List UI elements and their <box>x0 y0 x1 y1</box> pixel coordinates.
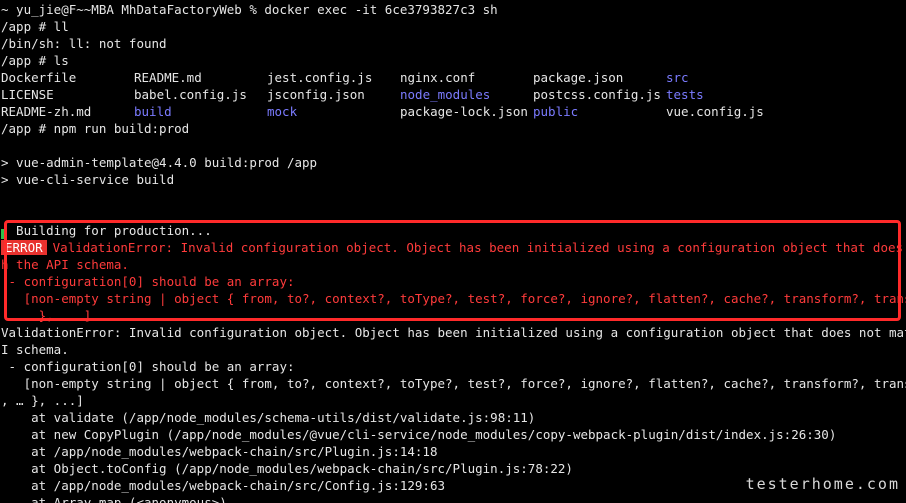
terminal-window[interactable]: ~ yu_jie@F~~MBA MhDataFactoryWeb % docke… <box>0 0 906 503</box>
command-ll: /app # ll <box>1 19 69 34</box>
ls-entry-file: vue.config.js <box>666 104 764 119</box>
ls-entry-file: README-zh.md <box>1 104 92 119</box>
ls-entry-file: package-lock.json <box>400 104 528 119</box>
plain-error-2: I schema. <box>1 342 69 357</box>
plain-error-5: , … }, ...] <box>1 393 84 408</box>
watermark: testerhome.com <box>745 475 900 493</box>
error-message-3: - configuration[0] should be an array: <box>1 274 295 289</box>
command-build: /app # npm run build:prod <box>1 121 190 136</box>
ls-entry-file: nginx.conf <box>400 70 476 85</box>
plain-error-4: [non-empty string | object { from, to?, … <box>1 376 906 391</box>
error-badge: ERROR <box>1 240 47 255</box>
ls-entry-directory: mock <box>267 104 298 119</box>
ls-entry-file: README.md <box>134 70 202 85</box>
stack-frame: at validate (/app/node_modules/schema-ut… <box>1 410 536 425</box>
ls-entry-directory: build <box>134 104 172 119</box>
ls-entry-file: jest.config.js <box>267 70 373 85</box>
error-message-2: h the API schema. <box>1 257 129 272</box>
error-message-5: … }, ...] <box>1 308 92 323</box>
ls-entry-file: LICENSE <box>1 87 54 102</box>
command-ls: /app # ls <box>1 53 69 68</box>
npm-command-line: > vue-cli-service build <box>1 172 175 187</box>
shell-prompt-line: ~ yu_jie@F~~MBA MhDataFactoryWeb % docke… <box>1 2 498 17</box>
error-message-1: ValidationError: Invalid configuration o… <box>52 240 906 255</box>
building-line: Building for production... <box>1 223 212 238</box>
ls-entry-directory: tests <box>666 87 704 102</box>
ls-entry-file: babel.config.js <box>134 87 247 102</box>
error-line: ERROR ValidationError: Invalid configurat… <box>1 239 906 256</box>
ls-entry-file: Dockerfile <box>1 70 77 85</box>
stack-frame: at /app/node_modules/webpack-chain/src/P… <box>1 444 438 459</box>
ls-entry-file: postcss.config.js <box>533 87 661 102</box>
ls-entry-file: package.json <box>533 70 624 85</box>
ll-error-output: /bin/sh: ll: not found <box>1 36 167 51</box>
stack-frame: at /app/node_modules/webpack-chain/src/C… <box>1 478 446 493</box>
plain-error-3: - configuration[0] should be an array: <box>1 359 295 374</box>
npm-script-line: > vue-admin-template@4.4.0 build:prod /a… <box>1 155 318 170</box>
stack-frame: at Object.toConfig (/app/node_modules/we… <box>1 461 573 476</box>
ls-entry-directory: public <box>533 104 579 119</box>
error-message-4: [non-empty string | object { from, to?, … <box>1 291 906 306</box>
stack-frame: at Array.map (<anonymous>) <box>1 495 227 503</box>
stack-frame: at new CopyPlugin (/app/node_modules/@vu… <box>1 427 837 442</box>
ls-entry-directory: node_modules <box>400 87 491 102</box>
plain-error-1: ValidationError: Invalid configuration o… <box>1 325 906 340</box>
ls-entry-file: jsconfig.json <box>267 87 365 102</box>
ls-entry-directory: src <box>666 70 689 85</box>
